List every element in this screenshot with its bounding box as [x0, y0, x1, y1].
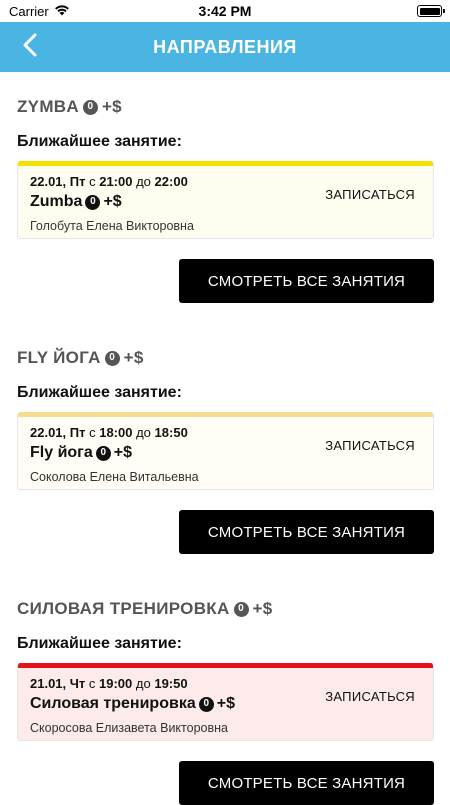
section-title-suffix: +$: [252, 599, 273, 618]
nearest-lesson-label: Ближайшее занятие:: [17, 133, 182, 150]
section-title-text: FLY ЙОГА: [17, 348, 101, 367]
coin-icon: 0: [233, 601, 249, 617]
wifi-icon: [54, 4, 70, 19]
signup-button[interactable]: ЗАПИСАТЬСЯ: [325, 689, 415, 704]
section-title[interactable]: СИЛОВАЯ ТРЕНИРОВКА 0 +$: [17, 599, 273, 619]
lesson-name: Fly йога 0 +$: [30, 444, 132, 461]
lesson-card[interactable]: 22.01, Пт с 18:00 до 18:50 Fly йога 0 +$…: [17, 412, 434, 490]
lesson-color-stripe: [18, 663, 433, 668]
view-all-lessons-button[interactable]: СМОТРЕТЬ ВСЕ ЗАНЯТИЯ: [179, 761, 434, 805]
status-left: Carrier: [9, 4, 70, 19]
nearest-lesson-label: Ближайшее занятие:: [17, 384, 182, 401]
lesson-name: Zumba 0 +$: [30, 193, 122, 210]
lesson-time: 21.01, Чт с 19:00 до 19:50: [30, 676, 188, 691]
lesson-color-stripe: [18, 412, 433, 417]
battery-icon: [417, 5, 445, 17]
lesson-color-stripe: [18, 161, 433, 166]
coin-icon: 0: [95, 445, 111, 461]
status-bar: Carrier 3:42 PM: [0, 0, 450, 22]
section-title[interactable]: ZYMBA 0 +$: [17, 97, 122, 117]
section-title-suffix: +$: [123, 348, 144, 367]
section-title-suffix: +$: [101, 97, 122, 116]
back-button[interactable]: [14, 30, 46, 64]
chevron-left-icon: [22, 33, 38, 62]
lesson-trainer: Голобута Елена Викторовна: [30, 219, 194, 233]
lesson-trainer: Скоросова Елизавета Викторовна: [30, 721, 228, 735]
lesson-time: 22.01, Пт с 18:00 до 18:50: [30, 425, 188, 440]
carrier-label: Carrier: [9, 3, 49, 19]
lesson-name: Силовая тренировка 0 +$: [30, 695, 235, 712]
lesson-time: 22.01, Пт с 21:00 до 22:00: [30, 174, 188, 189]
page-title: НАПРАВЛЕНИЯ: [153, 36, 297, 57]
coin-icon: 0: [82, 99, 98, 115]
view-all-lessons-button[interactable]: СМОТРЕТЬ ВСЕ ЗАНЯТИЯ: [179, 510, 434, 554]
nearest-lesson-label: Ближайшее занятие:: [17, 635, 182, 652]
coin-icon: 0: [198, 696, 214, 712]
section-title-text: СИЛОВАЯ ТРЕНИРОВКА: [17, 599, 230, 618]
section-title[interactable]: FLY ЙОГА 0 +$: [17, 348, 144, 368]
section-title-text: ZYMBA: [17, 97, 79, 116]
coin-icon: 0: [85, 194, 101, 210]
signup-button[interactable]: ЗАПИСАТЬСЯ: [325, 438, 415, 453]
view-all-lessons-button[interactable]: СМОТРЕТЬ ВСЕ ЗАНЯТИЯ: [179, 259, 434, 303]
lesson-trainer: Соколова Елена Витальевна: [30, 470, 199, 484]
lesson-card[interactable]: 22.01, Пт с 21:00 до 22:00 Zumba 0 +$ Го…: [17, 161, 434, 239]
signup-button[interactable]: ЗАПИСАТЬСЯ: [325, 187, 415, 202]
lesson-card[interactable]: 21.01, Чт с 19:00 до 19:50 Силовая трени…: [17, 663, 434, 741]
coin-icon: 0: [104, 350, 120, 366]
nav-bar: НАПРАВЛЕНИЯ: [0, 22, 450, 72]
